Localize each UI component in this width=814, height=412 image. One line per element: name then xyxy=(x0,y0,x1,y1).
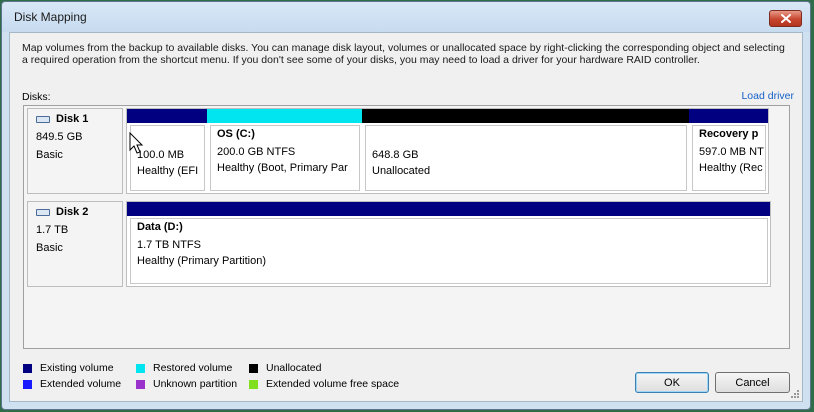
partition-color-bar xyxy=(127,109,207,123)
partition-size: 200.0 GB NTFS xyxy=(217,146,296,158)
legend-item: Extended volume free space xyxy=(249,378,399,390)
disk-info-2[interactable]: Disk 2 1.7 TB Basic xyxy=(27,201,123,287)
legend-label: Existing volume xyxy=(40,362,114,374)
partition-recovery[interactable]: Recovery p 597.0 MB NT Healthy (Rec xyxy=(689,109,768,193)
disk-name-2: Disk 2 xyxy=(36,206,88,218)
legend-item: Extended volume xyxy=(23,378,121,390)
disk-name-label: Disk 1 xyxy=(56,113,89,125)
partition-box: 100.0 MB Healthy (EFI xyxy=(130,125,205,191)
legend-swatch xyxy=(249,379,258,389)
disk-list-panel: Disk 1 849.5 GB Basic 100.0 MB Healthy (… xyxy=(23,105,790,349)
legend-label: Restored volume xyxy=(153,362,233,374)
partition-os-c[interactable]: OS (C:) 200.0 GB NTFS Healthy (Boot, Pri… xyxy=(207,109,362,193)
disk-mapping-dialog: Disk Mapping Map volumes from the backup… xyxy=(1,1,811,410)
legend-label: Extended volume free space xyxy=(266,378,400,390)
legend-item: Unallocated xyxy=(249,362,321,374)
disk-drive-icon xyxy=(36,208,50,216)
partition-status: Healthy (Rec xyxy=(699,162,763,174)
disk-size: 1.7 TB xyxy=(36,224,69,236)
disk-row-1: Disk 1 849.5 GB Basic 100.0 MB Healthy (… xyxy=(27,108,786,194)
partition-size: 100.0 MB xyxy=(137,149,185,161)
legend-swatch xyxy=(249,363,258,373)
partition-title: OS (C:) xyxy=(217,128,255,140)
partition-size: 597.0 MB NT xyxy=(699,146,764,158)
disk-size: 849.5 GB xyxy=(36,131,83,143)
title-bar[interactable]: Disk Mapping xyxy=(2,2,810,32)
disk-row-2: Disk 2 1.7 TB Basic Data (D:) 1.7 TB NTF… xyxy=(27,201,786,287)
description-text: Map volumes from the backup to available… xyxy=(22,42,785,66)
close-button[interactable] xyxy=(769,10,802,27)
legend-label: Unallocated xyxy=(266,362,322,374)
disk-name-1: Disk 1 xyxy=(36,113,88,125)
legend-swatch xyxy=(136,363,145,373)
partition-title: Data (D:) xyxy=(137,221,183,233)
disk-type: Basic xyxy=(36,242,63,254)
partition-box: Recovery p 597.0 MB NT Healthy (Rec xyxy=(692,125,766,191)
partition-unallocated[interactable]: 648.8 GB Unallocated xyxy=(362,109,689,193)
cancel-button[interactable]: Cancel xyxy=(715,372,790,393)
close-icon xyxy=(780,14,791,23)
disk-partitions-2: Data (D:) 1.7 TB NTFS Healthy (Primary P… xyxy=(126,201,773,287)
window-title: Disk Mapping xyxy=(14,10,87,24)
partition-color-bar xyxy=(362,109,689,123)
partition-color-bar xyxy=(127,202,770,216)
legend-swatch xyxy=(23,363,32,373)
partition-status: Healthy (Primary Partition) xyxy=(137,255,266,267)
disk-name-label: Disk 2 xyxy=(56,206,89,218)
partition-box: Data (D:) 1.7 TB NTFS Healthy (Primary P… xyxy=(130,218,768,284)
partition-color-bar xyxy=(689,109,768,123)
dialog-body: Map volumes from the backup to available… xyxy=(9,32,803,402)
disk-partitions-1: 100.0 MB Healthy (EFI OS (C:) 200.0 GB N… xyxy=(126,108,769,194)
partition-status: Healthy (EFI xyxy=(137,165,199,177)
partition-status: Healthy (Boot, Primary Par xyxy=(217,162,348,174)
ok-button[interactable]: OK xyxy=(635,372,709,393)
disk-type: Basic xyxy=(36,149,63,161)
legend-item: Unknown partition xyxy=(136,378,237,390)
legend-item: Existing volume xyxy=(23,362,114,374)
disk-info-1[interactable]: Disk 1 849.5 GB Basic xyxy=(27,108,123,194)
partition-status: Unallocated xyxy=(372,165,431,177)
partition-box: OS (C:) 200.0 GB NTFS Healthy (Boot, Pri… xyxy=(210,125,360,191)
partition-box: 648.8 GB Unallocated xyxy=(365,125,687,191)
partition-color-bar xyxy=(207,109,362,123)
partition-efi[interactable]: 100.0 MB Healthy (EFI xyxy=(127,109,207,193)
disks-label: Disks: xyxy=(22,91,51,103)
partition-title: Recovery p xyxy=(699,128,759,140)
legend-swatch xyxy=(136,379,145,389)
legend-label: Extended volume xyxy=(40,378,122,390)
legend-item: Restored volume xyxy=(136,362,232,374)
legend-swatch xyxy=(23,379,32,389)
partition-data-d[interactable]: Data (D:) 1.7 TB NTFS Healthy (Primary P… xyxy=(126,201,771,287)
partition-size: 1.7 TB NTFS xyxy=(137,239,201,251)
load-driver-link[interactable]: Load driver xyxy=(741,90,794,102)
legend-label: Unknown partition xyxy=(153,378,238,390)
disk-drive-icon xyxy=(36,115,50,123)
resize-grip-icon[interactable] xyxy=(790,389,800,399)
partition-size: 648.8 GB xyxy=(372,149,419,161)
